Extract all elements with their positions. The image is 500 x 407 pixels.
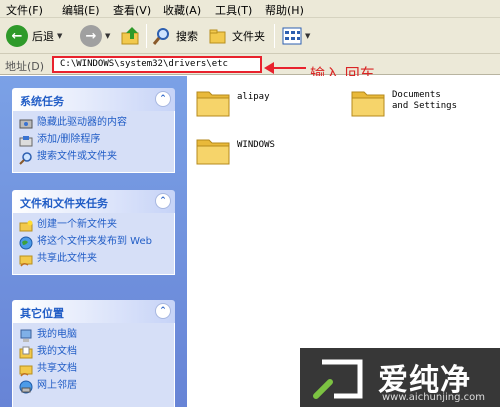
folder-name: alipay <box>237 92 270 102</box>
views-icon <box>282 27 302 45</box>
collapse-icon[interactable]: ⌃ <box>155 303 171 319</box>
publish-web-icon <box>19 236 33 250</box>
share-folder-icon <box>19 253 33 267</box>
place-shared-documents[interactable]: 共享文档 <box>19 363 168 377</box>
back-arrow-icon: ← <box>6 25 28 47</box>
watermark-url: www.aichunjing.com <box>382 392 485 403</box>
up-folder-button[interactable] <box>120 23 142 49</box>
task-label: 搜索文件或文件夹 <box>37 151 117 162</box>
toolbar-separator <box>146 24 147 48</box>
folder-item[interactable]: alipay <box>195 86 270 118</box>
other-places-body: 我的电脑 我的文档 共享文档 网上邻居 <box>12 323 175 407</box>
shared-documents-icon <box>19 363 33 377</box>
task-new-folder[interactable]: 创建一个新文件夹 <box>19 219 168 233</box>
file-folder-tasks-panel: 文件和文件夹任务 ⌃ 创建一个新文件夹 将这个文件夹发布到 Web 共享此文件夹 <box>12 190 175 275</box>
back-label: 后退 <box>32 30 54 43</box>
folder-item[interactable]: WINDOWS <box>195 134 275 166</box>
folder-icon <box>196 91 230 117</box>
address-label: 地址(D) <box>5 60 45 73</box>
my-computer-icon <box>19 329 33 343</box>
menu-view[interactable]: 查看(V) <box>113 2 151 18</box>
file-folder-tasks-header[interactable]: 文件和文件夹任务 ⌃ <box>12 190 175 213</box>
menu-file[interactable]: 文件(F) <box>6 2 43 18</box>
task-hide-drive[interactable]: 隐藏此驱动器的内容 <box>19 117 168 131</box>
add-remove-programs-icon <box>19 134 33 148</box>
my-documents-icon <box>19 346 33 360</box>
menu-edit[interactable]: 编辑(E) <box>62 2 100 18</box>
search-label: 搜索 <box>176 30 198 43</box>
new-folder-icon <box>19 219 33 233</box>
menu-help[interactable]: 帮助(H) <box>265 2 304 18</box>
menu-bar: 文件(F) 编辑(E) 查看(V) 收藏(A) 工具(T) 帮助(H) <box>0 0 500 18</box>
collapse-icon[interactable]: ⌃ <box>155 193 171 209</box>
system-tasks-title: 系统任务 <box>20 95 64 108</box>
folder-item[interactable]: Documents and Settings <box>350 86 462 118</box>
place-label: 共享文档 <box>37 363 77 374</box>
system-tasks-body: 隐藏此驱动器的内容 添加/删除程序 搜索文件或文件夹 <box>12 111 175 173</box>
place-my-documents[interactable]: 我的文档 <box>19 346 168 360</box>
back-button[interactable]: ← 后退 ▼ <box>6 23 62 49</box>
file-folder-tasks-body: 创建一个新文件夹 将这个文件夹发布到 Web 共享此文件夹 <box>12 213 175 275</box>
task-label: 共享此文件夹 <box>37 253 97 264</box>
address-bar: 地址(D) C:\WINDOWS\system32\drivers\etc <box>0 54 500 75</box>
annotation-arrow-icon <box>264 62 306 74</box>
other-places-panel: 其它位置 ⌃ 我的电脑 我的文档 共享文档 网上邻居 <box>12 300 175 407</box>
task-label: 将这个文件夹发布到 Web <box>37 236 152 247</box>
folder-icon <box>196 139 230 165</box>
place-label: 我的文档 <box>37 346 77 357</box>
other-places-header[interactable]: 其它位置 ⌃ <box>12 300 175 323</box>
forward-dropdown-icon[interactable]: ▼ <box>105 32 110 40</box>
menu-tools[interactable]: 工具(T) <box>215 2 252 18</box>
network-places-icon <box>19 380 33 394</box>
place-my-computer[interactable]: 我的电脑 <box>19 329 168 343</box>
address-input[interactable]: C:\WINDOWS\system32\drivers\etc <box>52 56 262 73</box>
views-button[interactable]: ▼ <box>282 23 310 49</box>
forward-arrow-icon: → <box>80 25 102 47</box>
task-publish-web[interactable]: 将这个文件夹发布到 Web <box>19 236 168 250</box>
forward-button[interactable]: → ▼ <box>80 23 110 49</box>
task-label: 创建一个新文件夹 <box>37 219 117 230</box>
folder-name: WINDOWS <box>237 140 275 150</box>
search-button[interactable]: 搜索 <box>152 23 198 49</box>
file-folder-tasks-title: 文件和文件夹任务 <box>20 197 108 210</box>
folders-label: 文件夹 <box>232 30 265 43</box>
search-icon <box>152 28 169 45</box>
place-label: 网上邻居 <box>37 380 77 391</box>
task-add-remove-programs[interactable]: 添加/删除程序 <box>19 134 168 148</box>
other-places-title: 其它位置 <box>20 307 64 320</box>
task-label: 添加/删除程序 <box>37 134 101 145</box>
toolbar-separator <box>274 24 275 48</box>
place-label: 我的电脑 <box>37 329 77 340</box>
hide-drive-icon <box>19 117 33 131</box>
task-search-files[interactable]: 搜索文件或文件夹 <box>19 151 168 165</box>
system-tasks-header[interactable]: 系统任务 ⌃ <box>12 88 175 111</box>
place-network-places[interactable]: 网上邻居 <box>19 380 168 394</box>
watermark-logo-icon <box>313 359 363 399</box>
system-tasks-panel: 系统任务 ⌃ 隐藏此驱动器的内容 添加/删除程序 搜索文件或文件夹 <box>12 88 175 173</box>
task-label: 隐藏此驱动器的内容 <box>37 117 127 128</box>
folder-name: Documents and Settings <box>392 90 458 111</box>
toolbar: ← 后退 ▼ → ▼ 搜索 文件夹 ▼ <box>0 18 500 54</box>
task-share-folder[interactable]: 共享此文件夹 <box>19 253 168 267</box>
menu-favorites[interactable]: 收藏(A) <box>163 2 201 18</box>
folders-icon <box>209 29 226 44</box>
search-icon <box>19 151 33 165</box>
folder-icon <box>351 91 385 117</box>
collapse-icon[interactable]: ⌃ <box>155 91 171 107</box>
back-dropdown-icon[interactable]: ▼ <box>57 32 62 40</box>
folders-button[interactable]: 文件夹 <box>208 23 265 49</box>
up-folder-icon <box>121 27 139 45</box>
task-pane: 系统任务 ⌃ 隐藏此驱动器的内容 添加/删除程序 搜索文件或文件夹 文件和文件夹… <box>0 76 187 407</box>
views-dropdown-icon[interactable]: ▼ <box>305 32 310 40</box>
